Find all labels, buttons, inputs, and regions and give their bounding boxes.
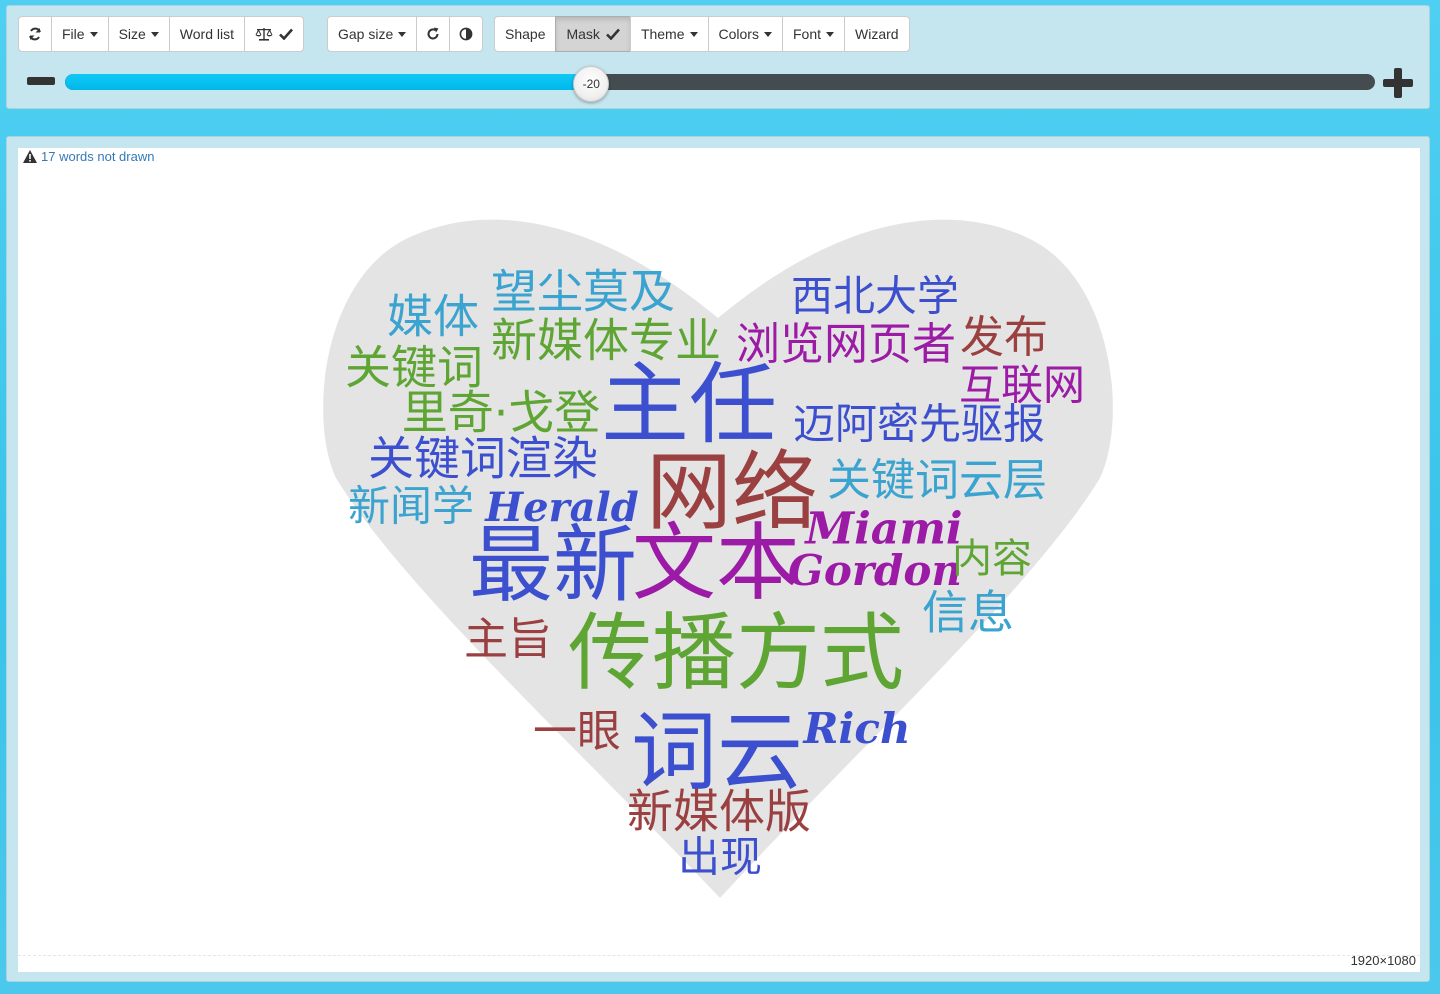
balance-scale-icon — [255, 27, 273, 41]
main-panel: 望尘莫及 西北大学 媒体 新媒体专业 浏览网页者 发布 关键词 互联网 主任 里奇·戈登 迈阿密先驱… — [6, 136, 1430, 982]
mask-label: Mask — [566, 26, 600, 42]
size-menu-button[interactable]: Size — [107, 16, 170, 52]
slider-handle[interactable]: -20 — [573, 66, 610, 102]
colors-menu-label: Colors — [718, 26, 759, 42]
word-cloud-word[interactable]: 主旨 — [464, 614, 552, 665]
shape-label: Shape — [505, 26, 546, 42]
canvas-divider — [18, 955, 1420, 956]
toolbar-group-style: Shape Mask Theme Colors Font Wizard — [494, 16, 910, 52]
words-not-drawn-warning[interactable]: 17 words not drawn — [23, 149, 154, 164]
wizard-button[interactable]: Wizard — [844, 16, 910, 52]
word-cloud-word[interactable]: 最新 — [469, 516, 637, 614]
word-list-label: Word list — [179, 26, 234, 42]
refresh-button[interactable] — [18, 16, 52, 52]
word-cloud-word[interactable]: 出现 — [678, 833, 762, 882]
word-cloud-word[interactable]: 望尘莫及 — [491, 265, 675, 319]
chevron-down-icon — [826, 31, 834, 37]
size-menu-label: Size — [118, 26, 146, 42]
theme-menu-label: Theme — [640, 26, 685, 42]
word-cloud-word[interactable]: 内容 — [952, 536, 1032, 582]
mask-button[interactable]: Mask — [555, 16, 631, 52]
redraw-button[interactable] — [416, 16, 451, 52]
shape-button[interactable]: Shape — [494, 16, 557, 52]
word-cloud-word[interactable]: 信息 — [922, 586, 1014, 640]
check-icon — [606, 28, 620, 40]
contrast-button[interactable] — [449, 16, 484, 52]
word-cloud-word[interactable]: 传播方式 — [568, 604, 904, 702]
chevron-down-icon — [763, 31, 772, 37]
word-list-button[interactable]: Word list — [168, 16, 245, 52]
gap-size-menu-label: Gap size — [338, 26, 394, 42]
word-cloud-word[interactable]: 新媒体版 — [627, 785, 811, 839]
word-cloud-word[interactable]: 关键词渲染 — [368, 432, 598, 486]
word-cloud-svg: 望尘莫及 西北大学媒体 新媒体专业 浏览网页者 发布关键词 互联网主任里奇·戈登 迈阿密先驱… — [323, 219, 1113, 899]
word-cloud-word[interactable]: 媒体 — [387, 290, 479, 344]
balance-button[interactable] — [244, 16, 304, 52]
word-cloud-word[interactable]: 西北大学 — [791, 272, 959, 321]
toolbar-group-cloud: File Size Word list — [18, 16, 304, 52]
warning-text: 17 words not drawn — [41, 149, 155, 164]
font-menu-label: Font — [792, 26, 821, 42]
chevron-down-icon — [89, 31, 98, 37]
increase-icon[interactable] — [1383, 68, 1413, 98]
word-cloud-word[interactable]: 文本 — [632, 514, 800, 612]
file-menu-label: File — [62, 26, 85, 42]
redo-icon — [426, 27, 440, 41]
wizard-label: Wizard — [855, 26, 899, 42]
word-cloud-word[interactable]: 迈阿密先驱报 — [793, 400, 1045, 449]
decrease-icon[interactable] — [27, 77, 55, 85]
word-cloud-word[interactable]: 发布 — [960, 312, 1048, 363]
word-cloud-word[interactable]: 新闻学 — [348, 482, 474, 531]
chevron-down-icon — [150, 31, 159, 37]
file-menu-button[interactable]: File — [51, 16, 109, 52]
check-icon — [279, 28, 293, 40]
chevron-down-icon — [398, 31, 407, 37]
theme-menu-button[interactable]: Theme — [629, 16, 709, 52]
word-cloud-word[interactable]: Rich — [803, 704, 911, 753]
chevron-down-icon — [689, 31, 698, 37]
colors-menu-button[interactable]: Colors — [707, 16, 783, 52]
slider-fill — [65, 74, 591, 90]
word-cloud-canvas[interactable]: 望尘莫及 西北大学 媒体 新媒体专业 浏览网页者 发布 关键词 互联网 主任 里奇·戈登 迈阿密先驱… — [18, 148, 1420, 972]
toolbar-group-gap: Gap size — [327, 16, 484, 52]
word-cloud-word[interactable]: 一眼 — [533, 706, 621, 757]
font-menu-button[interactable]: Font — [781, 16, 845, 52]
word-cloud-word[interactable]: 关键词云层 — [827, 455, 1047, 506]
toolbar-panel: File Size Word list Gap size Shape Mask Them… — [6, 5, 1430, 109]
warning-icon — [23, 150, 37, 163]
refresh-icon — [28, 27, 42, 41]
gap-size-menu-button[interactable]: Gap size — [327, 16, 418, 52]
contrast-icon — [459, 27, 473, 41]
size-slider: -20 — [27, 66, 1427, 102]
word-cloud-word[interactable]: 主任 — [601, 353, 777, 456]
canvas-dimensions: 1920×1080 — [1350, 953, 1416, 968]
slider-track[interactable] — [65, 74, 1375, 90]
